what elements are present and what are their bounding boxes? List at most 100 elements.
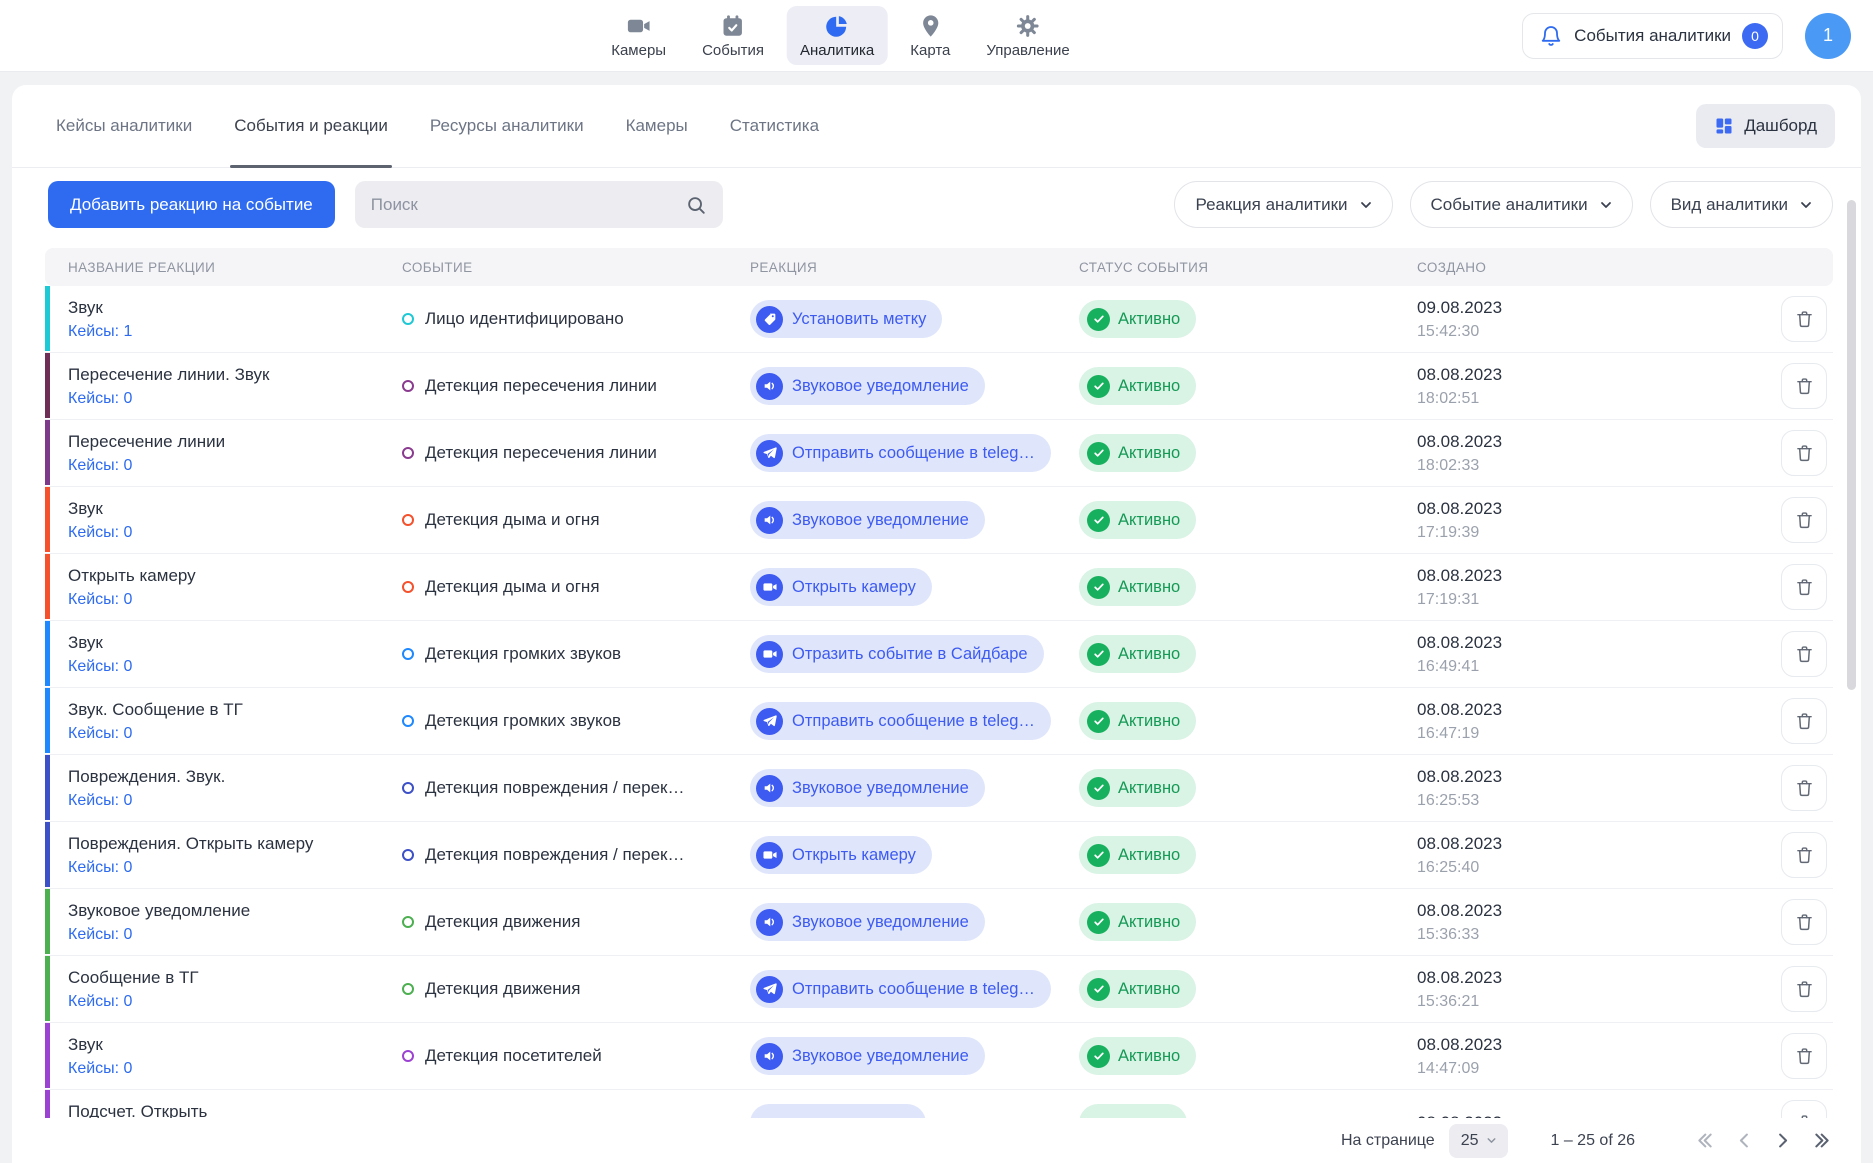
reaction-pill[interactable]: Звуковое уведомление [750, 1037, 985, 1075]
table-row: Звук Кейсы: 0 Детекция дыма и огня Звуко… [45, 487, 1833, 554]
event-type-dot [402, 983, 414, 995]
cases-link[interactable]: Кейсы: 1 [68, 323, 132, 341]
tab-3[interactable]: Ресурсы аналитики [430, 85, 584, 167]
row-accent-bar [45, 889, 50, 954]
tab-2[interactable]: События и реакции [234, 85, 388, 167]
delete-button[interactable] [1781, 363, 1827, 409]
trash-icon [1794, 443, 1815, 464]
add-reaction-button[interactable]: Добавить реакцию на событие [48, 181, 335, 228]
reaction-pill[interactable]: Открыть камеру [750, 568, 932, 606]
cases-link[interactable]: Кейсы: 0 [68, 457, 132, 475]
tab-1[interactable]: Кейсы аналитики [56, 85, 192, 167]
user-avatar[interactable]: 1 [1805, 13, 1851, 59]
analytics-events-button[interactable]: События аналитики 0 [1522, 13, 1783, 59]
column-header-name: НАЗВАНИЕ РЕАКЦИИ [45, 260, 402, 275]
created-time: 16:25:53 [1417, 792, 1757, 810]
cases-link[interactable]: Кейсы: 0 [68, 1060, 132, 1078]
status-label: Активно [1118, 980, 1180, 999]
reaction-pill[interactable]: Отправить сообщение в teleg… [750, 434, 1051, 472]
event-type-dot [402, 447, 414, 459]
cases-link[interactable]: Кейсы: 0 [68, 926, 132, 944]
reaction-pill[interactable]: Отправить сообщение в teleg… [750, 970, 1051, 1008]
reaction-pill[interactable]: Звуковое уведомление [750, 903, 985, 941]
vertical-scrollbar[interactable] [1847, 200, 1856, 690]
status-label: Активно [1118, 846, 1180, 865]
tab-5[interactable]: Статистика [730, 85, 819, 167]
created-date: 09.08.2023 [1417, 298, 1757, 318]
delete-button[interactable] [1781, 497, 1827, 543]
delete-button[interactable] [1781, 899, 1827, 945]
dashboard-button[interactable]: Дашборд [1696, 104, 1835, 148]
delete-button[interactable] [1781, 1033, 1827, 1079]
event-cell: Лицо идентифицировано [402, 309, 750, 329]
check-circle-icon [1087, 777, 1110, 800]
status-badge: Активно [1079, 501, 1196, 539]
cases-link[interactable]: Кейсы: 0 [68, 859, 132, 877]
delete-button[interactable] [1781, 430, 1827, 476]
row-accent-bar [45, 755, 50, 820]
table-row: Звук Кейсы: 0 Детекция громких звуков От… [45, 621, 1833, 688]
cases-link[interactable]: Кейсы: 0 [68, 591, 132, 609]
calendar-event-icon [720, 13, 746, 39]
row-accent-bar [45, 956, 50, 1021]
reaction-label: Отразить событие в Сайдбаре [792, 645, 1028, 664]
reaction-pill[interactable]: Отразить событие в Сайдбаре [750, 635, 1044, 673]
cases-link[interactable]: Кейсы: 0 [68, 524, 132, 542]
next-page-button[interactable] [1767, 1126, 1797, 1156]
delete-button[interactable] [1781, 765, 1827, 811]
reaction-pill[interactable]: Установить метку [750, 300, 942, 338]
reaction-pill[interactable]: Звуковое уведомление [750, 769, 985, 807]
reaction-pill[interactable]: Звуковое уведомление [750, 501, 985, 539]
nav-item-video-camera[interactable]: Камеры [598, 6, 679, 65]
cases-link[interactable]: Кейсы: 0 [68, 658, 132, 676]
status-label: Активно [1118, 779, 1180, 798]
event-type-dot [402, 313, 414, 325]
camera-icon [756, 574, 783, 601]
check-circle-icon [1087, 509, 1110, 532]
dashboard-grid-icon [1714, 116, 1734, 136]
event-label: Детекция громких звуков [425, 711, 621, 731]
event-label: Детекция дыма и огня [425, 510, 600, 530]
reaction-name: Звук [68, 632, 402, 654]
nav-item-map-pin[interactable]: Карта [897, 6, 963, 65]
status-badge: Активно [1079, 300, 1196, 338]
cases-link[interactable]: Кейсы: 0 [68, 993, 132, 1011]
delete-button[interactable] [1781, 698, 1827, 744]
created-time: 18:02:33 [1417, 457, 1757, 475]
cases-link[interactable]: Кейсы: 0 [68, 390, 132, 408]
filter-dropdown-2[interactable]: Событие аналитики [1410, 181, 1633, 228]
per-page-select[interactable]: 25 [1449, 1124, 1509, 1158]
reaction-name: Сообщение в ТГ [68, 967, 402, 989]
cases-link[interactable]: Кейсы: 0 [68, 792, 132, 810]
delete-button[interactable] [1781, 631, 1827, 677]
trash-icon [1794, 577, 1815, 598]
tab-4[interactable]: Камеры [626, 85, 688, 167]
table-row: Повреждения. Звук. Кейсы: 0 Детекция пов… [45, 755, 1833, 822]
delete-button[interactable] [1781, 564, 1827, 610]
reaction-pill[interactable]: Открыть камеру [750, 836, 932, 874]
delete-button[interactable] [1781, 966, 1827, 1012]
created-time: 17:19:31 [1417, 591, 1757, 609]
event-type-dot [402, 514, 414, 526]
reaction-pill[interactable]: Звуковое уведомление [750, 367, 985, 405]
reaction-label: Звуковое уведомление [792, 1047, 969, 1066]
reaction-name: Открыть камеру [68, 565, 402, 587]
first-page-button[interactable] [1691, 1126, 1721, 1156]
cases-link[interactable]: Кейсы: 0 [68, 725, 132, 743]
table-row: Пересечение линии Кейсы: 0 Детекция пере… [45, 420, 1833, 487]
delete-button[interactable] [1781, 296, 1827, 342]
nav-item-calendar-event[interactable]: События [689, 6, 777, 65]
search-input[interactable] [371, 195, 685, 215]
last-page-button[interactable] [1805, 1126, 1835, 1156]
event-cell: Детекция громких звуков [402, 644, 750, 664]
filter-dropdown-3[interactable]: Вид аналитики [1650, 181, 1833, 228]
nav-item-gear[interactable]: Управление [973, 6, 1082, 65]
prev-page-button[interactable] [1729, 1126, 1759, 1156]
reaction-name: Звук [68, 297, 402, 319]
reaction-pill[interactable]: Отправить сообщение в teleg… [750, 702, 1051, 740]
delete-button[interactable] [1781, 832, 1827, 878]
nav-item-pie-chart[interactable]: Аналитика [787, 6, 887, 65]
filter-dropdown-1[interactable]: Реакция аналитики [1174, 181, 1392, 228]
status-badge: Активно [1079, 769, 1196, 807]
event-label: Детекция повреждения / перек… [425, 845, 684, 865]
